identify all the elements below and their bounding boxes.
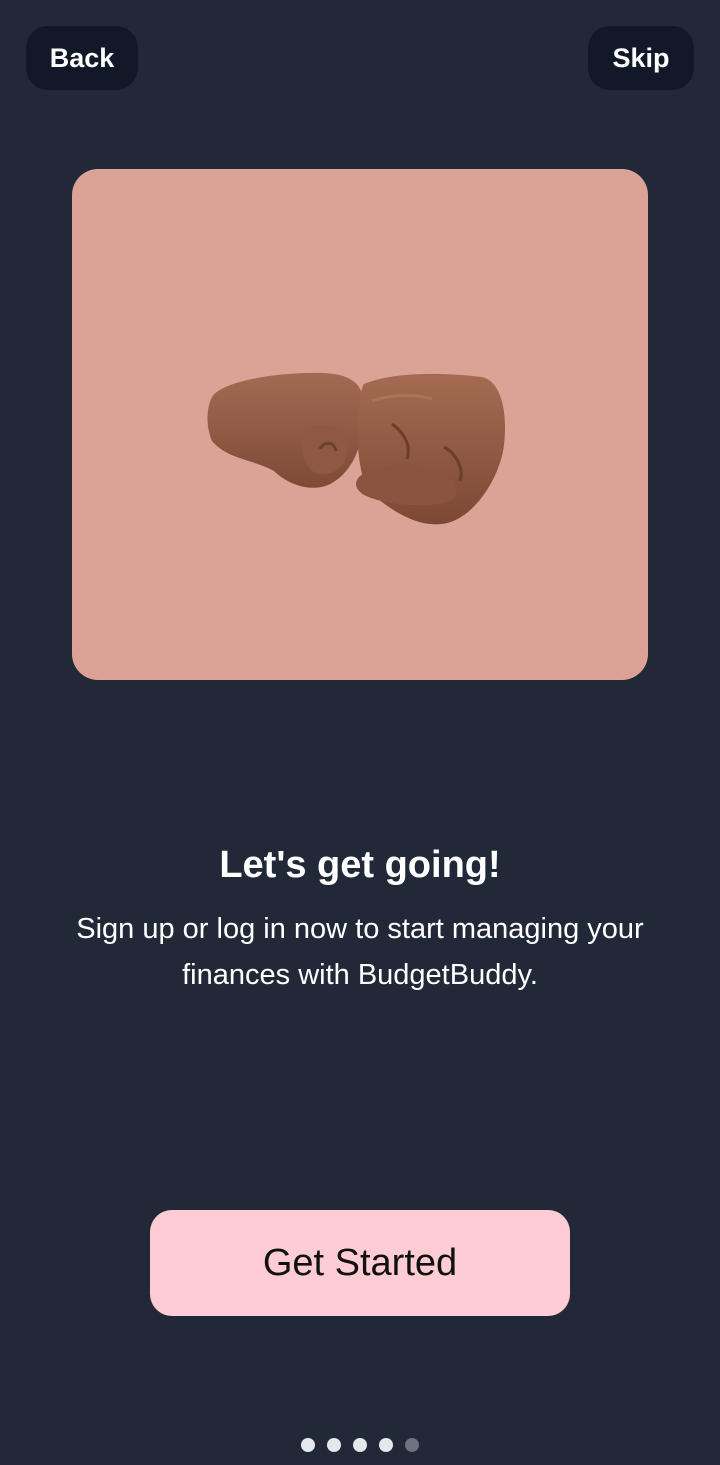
skip-button[interactable]: Skip: [588, 26, 694, 90]
pagination-dot[interactable]: [405, 1438, 419, 1452]
fist-bump-icon: [207, 372, 506, 525]
pagination-dots: [0, 1438, 720, 1452]
pagination-dot[interactable]: [379, 1438, 393, 1452]
page-subtitle: Sign up or log in now to start managing …: [76, 913, 644, 991]
back-button[interactable]: Back: [26, 26, 138, 90]
pagination-dot[interactable]: [301, 1438, 315, 1452]
pagination-dot[interactable]: [327, 1438, 341, 1452]
page-title: Let's get going!: [219, 844, 501, 886]
get-started-button[interactable]: Get Started: [150, 1210, 570, 1316]
pagination-dot[interactable]: [353, 1438, 367, 1452]
hero-illustration: [72, 169, 648, 680]
